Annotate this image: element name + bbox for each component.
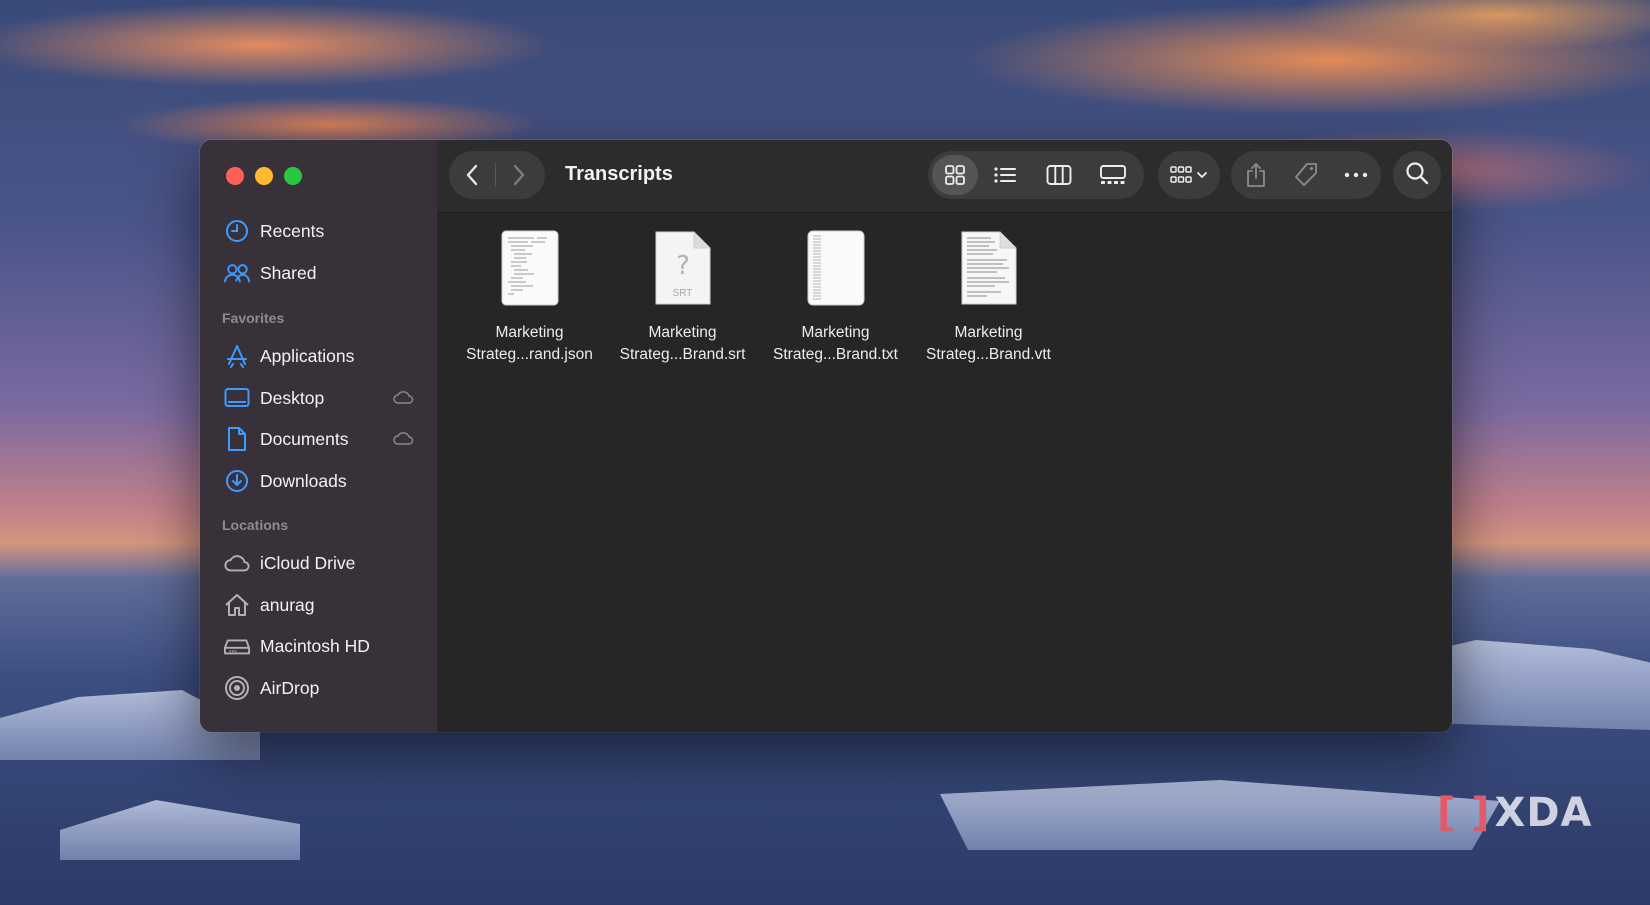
sidebar-item-shared[interactable]: Shared bbox=[224, 256, 424, 290]
sidebar-item-macintosh-hd[interactable]: Macintosh HD bbox=[224, 629, 424, 663]
more-icon[interactable] bbox=[1334, 155, 1378, 195]
column-view-button[interactable] bbox=[1032, 155, 1086, 195]
sidebar-item-label: iCloud Drive bbox=[260, 552, 356, 573]
navigation-controls bbox=[449, 151, 545, 199]
file-name: Marketing Strateg...Brand.vtt bbox=[926, 324, 1051, 363]
json-file-icon bbox=[501, 230, 559, 306]
disk-icon bbox=[224, 633, 250, 659]
sidebar-item-applications[interactable]: Applications bbox=[224, 339, 424, 373]
file-item-txt[interactable]: Marketing Strateg...Brand.txt bbox=[759, 230, 912, 366]
gallery-view-button[interactable] bbox=[1086, 155, 1140, 195]
file-item-json[interactable]: Marketing Strateg...rand.json bbox=[453, 230, 606, 366]
sidebar-item-recents[interactable]: Recents bbox=[224, 214, 424, 248]
xda-logo-icon: [ ] bbox=[1437, 790, 1491, 836]
home-icon bbox=[224, 592, 250, 618]
txt-file-icon bbox=[807, 230, 865, 306]
srt-file-icon: ? SRT bbox=[654, 230, 712, 306]
file-item-srt[interactable]: ? SRT Marketing Strateg...Brand.srt bbox=[606, 230, 759, 366]
file-name: Marketing Strateg...Brand.txt bbox=[773, 324, 898, 363]
applications-icon bbox=[224, 343, 250, 369]
download-icon bbox=[224, 468, 250, 494]
content-area: Transcripts Marketing Strateg...rand.jso… bbox=[437, 140, 1452, 732]
file-name: Marketing Strateg...rand.json bbox=[466, 324, 593, 363]
background-ice bbox=[940, 780, 1500, 850]
icloud-status-icon bbox=[392, 389, 414, 410]
tag-icon[interactable] bbox=[1284, 155, 1328, 195]
sidebar-item-label: Downloads bbox=[260, 470, 347, 491]
sidebar-item-home[interactable]: anurag bbox=[224, 588, 424, 622]
close-button[interactable] bbox=[226, 167, 244, 185]
search-button[interactable] bbox=[1393, 151, 1441, 199]
view-mode-group bbox=[928, 151, 1144, 199]
window-title: Transcripts bbox=[565, 163, 673, 185]
sidebar-item-desktop[interactable]: Desktop bbox=[224, 381, 424, 415]
search-icon bbox=[1405, 161, 1429, 190]
sidebar-item-downloads[interactable]: Downloads bbox=[224, 464, 424, 498]
sidebar-item-documents[interactable]: Documents bbox=[224, 422, 424, 456]
sidebar-item-label: Macintosh HD bbox=[260, 635, 370, 656]
xda-watermark: [ ] XDA bbox=[1437, 790, 1593, 836]
window-controls bbox=[226, 167, 302, 185]
sidebar-item-label: Documents bbox=[260, 428, 349, 449]
file-name: Marketing Strateg...Brand.srt bbox=[619, 324, 746, 363]
zoom-button[interactable] bbox=[284, 167, 302, 185]
sidebar-item-label: Shared bbox=[260, 262, 317, 283]
icloud-status-icon bbox=[392, 430, 414, 451]
airdrop-icon bbox=[224, 675, 250, 701]
sidebar-item-label: Recents bbox=[260, 220, 325, 241]
list-view-button[interactable] bbox=[978, 155, 1032, 195]
back-button[interactable] bbox=[449, 155, 495, 195]
sidebar-item-icloud-drive[interactable]: iCloud Drive bbox=[224, 546, 424, 580]
forward-button[interactable] bbox=[496, 155, 542, 195]
section-header-locations: Locations bbox=[222, 517, 289, 533]
clock-icon bbox=[224, 218, 250, 244]
share-icon[interactable] bbox=[1234, 155, 1278, 195]
sidebar-item-label: AirDrop bbox=[260, 677, 320, 698]
file-item-vtt[interactable]: Marketing Strateg...Brand.vtt bbox=[912, 230, 1065, 366]
sidebar-item-label: anurag bbox=[260, 594, 315, 615]
section-header-favorites: Favorites bbox=[222, 310, 285, 326]
sidebar-item-label: Applications bbox=[260, 345, 355, 366]
cloud-icon bbox=[224, 550, 250, 576]
people-icon bbox=[224, 260, 250, 286]
group-by-icon bbox=[1158, 155, 1220, 195]
sidebar: Recents Shared Favorites Applications De… bbox=[200, 140, 437, 732]
icon-view-button[interactable] bbox=[932, 155, 978, 195]
svg-text:?: ? bbox=[676, 251, 690, 281]
toolbar: Transcripts bbox=[437, 140, 1452, 213]
sidebar-item-label: Desktop bbox=[260, 387, 325, 408]
minimize-button[interactable] bbox=[255, 167, 273, 185]
desktop-icon bbox=[224, 385, 250, 411]
actions-group bbox=[1231, 151, 1381, 199]
group-by-button[interactable] bbox=[1158, 151, 1220, 199]
vtt-file-icon bbox=[960, 230, 1018, 306]
document-icon bbox=[224, 426, 250, 452]
srt-badge: SRT bbox=[672, 288, 693, 299]
finder-window: Recents Shared Favorites Applications De… bbox=[200, 140, 1452, 732]
background-ice bbox=[60, 800, 300, 860]
file-grid: Marketing Strateg...rand.json ? SRT Mark… bbox=[453, 230, 1065, 366]
sidebar-item-airdrop[interactable]: AirDrop bbox=[224, 671, 424, 705]
